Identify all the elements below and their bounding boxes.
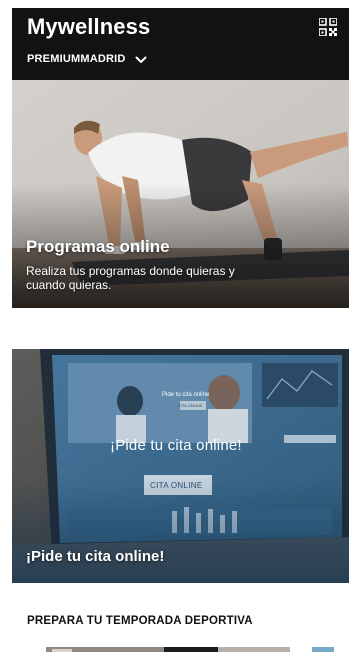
club-name: PREMIUMMADRID xyxy=(27,52,126,65)
cita-title: ¡Pide tu cita online! xyxy=(26,548,165,565)
app-title: Mywellness xyxy=(27,14,151,39)
chevron-down-icon xyxy=(135,56,147,63)
cita-screen-small-heading: Pide tu cita online xyxy=(162,392,210,398)
qr-code-icon[interactable] xyxy=(319,18,337,36)
next-card-photo xyxy=(12,647,349,652)
cita-screen-button: CITA ONLINE xyxy=(150,481,203,490)
programs-title: Programas online xyxy=(26,237,170,256)
section-title: PREPARA TU TEMPORADA DEPORTIVA xyxy=(27,615,253,627)
next-card-peek[interactable] xyxy=(12,643,349,652)
cita-online-card[interactable]: Pide tu cita online CITA ONLINE ¡Pide tu… xyxy=(12,349,349,583)
programs-online-card[interactable]: Programas online Realiza tus programas d… xyxy=(12,80,349,308)
app-header: Mywellness PREMIUMMADRID xyxy=(12,8,349,80)
programs-description-line1: Realiza tus programas donde quieras y xyxy=(26,264,235,278)
cita-screen-heading: ¡Pide tu cita online! xyxy=(110,437,242,454)
cita-screen-small-button: CITA ONLINE xyxy=(178,403,203,408)
programs-description-line2: cuando quieras. xyxy=(26,278,112,292)
club-selector[interactable]: PREMIUMMADRID xyxy=(27,51,147,66)
